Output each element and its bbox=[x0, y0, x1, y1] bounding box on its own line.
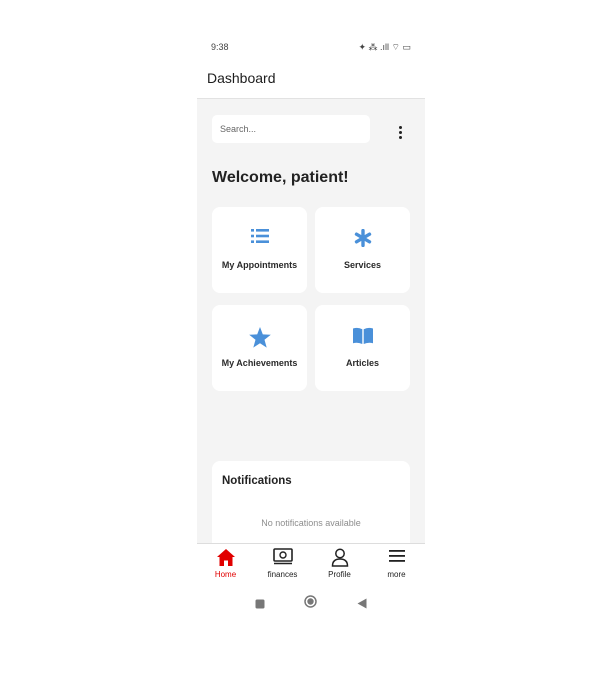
app-header: Dashboard bbox=[197, 54, 425, 99]
star-icon bbox=[212, 327, 307, 353]
kebab-dot bbox=[398, 136, 402, 139]
phone-screen: 9:38 ✦ ⁂ .ıll ⌔ ▭ Dashboard Welcome, pat… bbox=[197, 40, 425, 620]
nav-more[interactable]: more bbox=[368, 548, 425, 584]
dashboard-content: Welcome, patient! My Appointments bbox=[197, 99, 425, 551]
tile-label: My Achievements bbox=[221, 358, 298, 368]
nav-label: Profile bbox=[328, 570, 351, 579]
my-appointments-tile[interactable]: My Appointments bbox=[212, 207, 307, 293]
status-bar: 9:38 ✦ ⁂ .ıll ⌔ ▭ bbox=[197, 40, 425, 54]
articles-tile[interactable]: Articles bbox=[315, 305, 410, 391]
tile-label: Services bbox=[343, 260, 382, 270]
home-icon bbox=[197, 548, 254, 568]
kebab-dot bbox=[398, 131, 402, 134]
nav-home[interactable]: Home bbox=[197, 548, 254, 584]
notifications-title: Notifications bbox=[222, 475, 292, 487]
person-icon bbox=[311, 548, 368, 568]
nav-finances[interactable]: finances bbox=[254, 548, 311, 584]
notifications-card: Notifications No notifications available bbox=[212, 461, 410, 551]
nav-profile[interactable]: Profile bbox=[311, 548, 368, 584]
kebab-dot bbox=[398, 126, 402, 129]
book-icon bbox=[315, 327, 410, 350]
back-button[interactable] bbox=[357, 596, 367, 614]
notifications-empty-text: No notifications available bbox=[261, 518, 361, 528]
system-nav-bar bbox=[197, 585, 425, 620]
list-icon bbox=[212, 229, 307, 248]
asterisk-icon bbox=[315, 228, 410, 252]
money-icon bbox=[254, 548, 311, 568]
home-system-button[interactable] bbox=[304, 595, 317, 613]
bottom-nav: Home finances Profile more bbox=[197, 543, 425, 586]
search-input[interactable] bbox=[212, 115, 370, 143]
welcome-heading: Welcome, patient! bbox=[212, 169, 349, 186]
status-time: 9:38 bbox=[211, 42, 229, 52]
nav-label: Home bbox=[214, 570, 237, 579]
recents-button[interactable] bbox=[255, 596, 265, 614]
more-options-button[interactable] bbox=[395, 126, 405, 144]
nav-label: finances bbox=[267, 570, 298, 579]
nav-label: more bbox=[387, 570, 406, 579]
status-icons: ✦ ⁂ .ıll ⌔ ▭ bbox=[358, 42, 411, 52]
page-title: Dashboard bbox=[207, 70, 276, 86]
services-tile[interactable]: Services bbox=[315, 207, 410, 293]
menu-icon bbox=[368, 548, 425, 568]
tile-label: My Appointments bbox=[221, 260, 298, 270]
my-achievements-tile[interactable]: My Achievements bbox=[212, 305, 307, 391]
tile-label: Articles bbox=[345, 358, 380, 368]
